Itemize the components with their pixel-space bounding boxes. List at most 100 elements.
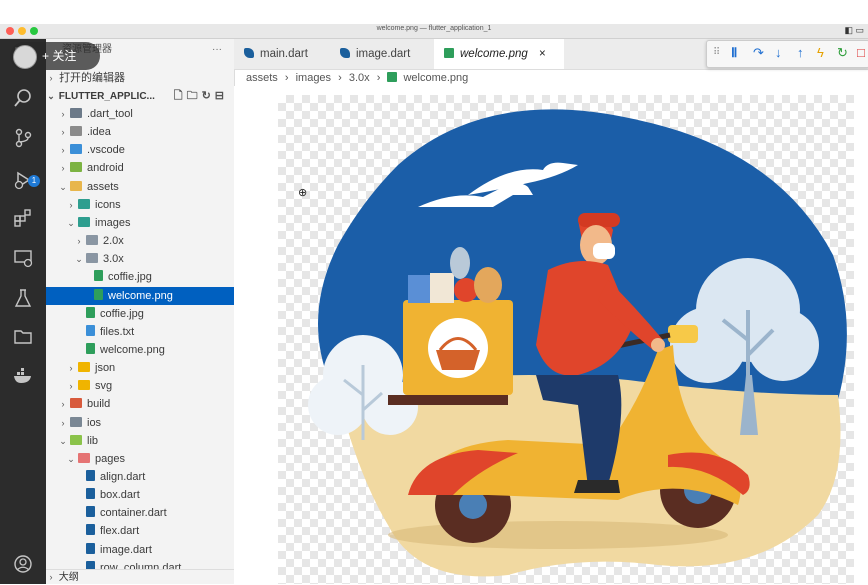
extensions-icon[interactable] (12, 207, 34, 229)
image-file-icon (86, 306, 95, 318)
dart-file-icon (86, 524, 95, 536)
stop-icon[interactable]: □ (857, 45, 865, 60)
scooter-shadow (388, 521, 728, 549)
tab-main-dart[interactable]: main.dart (234, 39, 332, 69)
tab-image-dart[interactable]: image.dart (330, 39, 434, 69)
layout-icons[interactable]: ◧ ▭ (844, 25, 864, 36)
breadcrumb-separator: › (284, 72, 289, 84)
docker-icon[interactable] (12, 365, 34, 387)
folder-open-icon (78, 216, 90, 227)
tree-item-label: json (95, 362, 116, 375)
testing-icon[interactable] (12, 287, 34, 309)
folder-icon (70, 162, 82, 173)
hot-reload-icon[interactable]: ϟ (817, 45, 824, 60)
tree-item[interactable]: › .vscode (46, 141, 234, 159)
tree-item[interactable]: › icons (46, 196, 234, 214)
tree-item[interactable]: welcome.png (46, 341, 234, 359)
tree-item[interactable]: › json (46, 359, 234, 377)
tree-item[interactable]: coffie.jpg (46, 305, 234, 323)
restart-icon[interactable]: ↻ (837, 45, 848, 61)
tree-item-label: pages (95, 452, 125, 465)
drag-handle-icon[interactable]: ⠿ (713, 47, 720, 58)
folder-icon (78, 362, 90, 373)
folder-icon (78, 380, 90, 391)
step-out-icon[interactable]: ↑ (797, 45, 804, 60)
chevron-right-icon: › (61, 163, 65, 174)
tree-item[interactable]: › .idea (46, 123, 234, 141)
folder-icon (70, 126, 82, 137)
tree-item[interactable]: ⌄ pages (46, 450, 234, 468)
chevron-right-icon: › (61, 417, 65, 428)
remote-explorer-icon[interactable] (12, 247, 34, 269)
more-actions-icon[interactable]: ··· (212, 39, 222, 61)
tree-item[interactable]: align.dart (46, 468, 234, 486)
tree-item-label: .dart_tool (87, 108, 133, 120)
window-title: welcome.png — flutter_application_1 (376, 25, 492, 32)
image-file-icon (86, 342, 95, 354)
tree-item-label: assets (87, 180, 119, 193)
search-icon[interactable] (12, 87, 34, 109)
tree-item[interactable]: container.dart (46, 504, 234, 522)
folder-open-icon (86, 253, 98, 264)
tree-item[interactable]: › android (46, 159, 234, 177)
tree-item[interactable]: › .dart_tool (46, 105, 234, 123)
tab-welcome-png[interactable]: welcome.png × (434, 39, 564, 69)
text-file-icon (86, 324, 95, 336)
tree-item[interactable]: › 2.0x (46, 232, 234, 250)
tree-item-label: align.dart (100, 471, 146, 483)
folder-icon (70, 144, 82, 155)
folder-icon (78, 198, 90, 209)
folder-icon[interactable] (12, 325, 34, 347)
dart-file-icon (244, 48, 254, 58)
tree-item-label: container.dart (100, 507, 167, 520)
outline-section[interactable]: › 大纲 (46, 569, 234, 584)
tree-item[interactable]: › svg (46, 377, 234, 395)
tree-item[interactable]: coffie.jpg (46, 268, 234, 286)
tree-item[interactable]: ⌄ 3.0x (46, 250, 234, 268)
tree-item-label: welcome.png (108, 289, 173, 302)
chevron-right-icon: › (69, 199, 73, 210)
tree-item-label: ios (87, 416, 102, 429)
tree-item[interactable]: ⌄ lib (46, 432, 234, 450)
tree-item[interactable]: › build (46, 395, 234, 413)
tree-item-label: .idea (87, 126, 111, 139)
tree-item[interactable]: image.dart (46, 541, 234, 559)
source-control-icon[interactable] (12, 127, 34, 149)
chevron-down-icon: ⌄ (67, 453, 75, 464)
tree-item-label: welcome.png (100, 343, 165, 356)
tree-item[interactable]: files.txt (46, 323, 234, 341)
breadcrumb-separator: › (376, 72, 381, 84)
tree-item-label: 2.0x (103, 235, 124, 248)
explorer-toolbar-icons[interactable]: 🗋🗀↻⊟ (174, 87, 228, 105)
tree-item[interactable]: flex.dart (46, 522, 234, 540)
pause-icon[interactable]: Ⅱ (731, 45, 737, 61)
step-into-icon[interactable]: ↓ (775, 45, 782, 60)
tree-item[interactable]: welcome.png (46, 286, 234, 305)
tree-item[interactable]: box.dart (46, 486, 234, 504)
open-editors-section[interactable]: › 打开的编辑器 (46, 69, 234, 87)
account-icon[interactable] (12, 553, 34, 575)
welcome-illustration[interactable] (278, 95, 854, 584)
chevron-down-icon: ⌄ (59, 435, 67, 446)
follow-overlay[interactable]: + 关注 (10, 42, 100, 70)
tree-item[interactable]: ⌄ assets (46, 178, 234, 196)
tree-item[interactable]: ⌄ images (46, 214, 234, 232)
breadcrumb-item[interactable]: assets (246, 72, 278, 84)
breadcrumb-item[interactable]: images (296, 72, 331, 84)
tree-item[interactable]: › ios (46, 414, 234, 432)
close-tab-icon[interactable]: × (539, 48, 546, 60)
image-file-icon (444, 48, 454, 58)
chevron-down-icon: ⌄ (67, 217, 75, 228)
chevron-right-icon: › (77, 236, 81, 247)
chevron-down-icon: ⌄ (75, 254, 83, 265)
chevron-right-icon: › (69, 381, 73, 392)
step-over-icon[interactable]: ↷ (753, 45, 764, 61)
folder-icon (86, 235, 98, 246)
dart-file-icon (340, 48, 350, 58)
chevron-right-icon: › (49, 572, 53, 582)
breadcrumb-item[interactable]: welcome.png (403, 72, 468, 84)
tree-item-label: icons (95, 198, 121, 211)
tree-item-label: build (87, 398, 111, 411)
breadcrumb-item[interactable]: 3.0x (349, 72, 370, 84)
workspace-section[interactable]: ⌄ FLUTTER_APPLIC... 🗋🗀↻⊟ (46, 87, 234, 105)
